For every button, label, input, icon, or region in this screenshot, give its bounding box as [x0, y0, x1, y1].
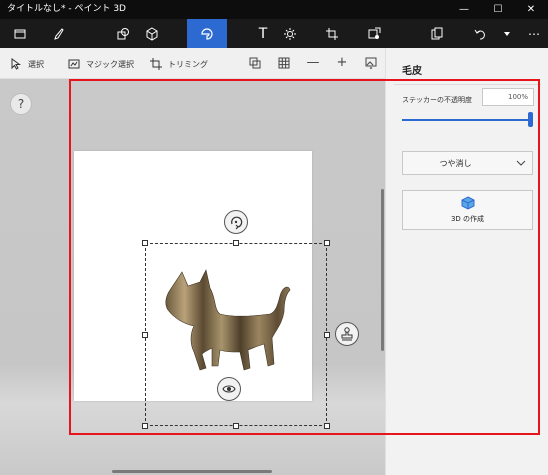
- menu-icon: [14, 29, 26, 38]
- make-3d-button[interactable]: 3D の作成: [402, 190, 533, 230]
- crop-button[interactable]: トリミング: [150, 56, 208, 72]
- paste-icon: [431, 27, 443, 39]
- 3d-shapes-tool[interactable]: [132, 19, 172, 48]
- properties-panel: 毛皮 ステッカーの不透明度 100% つや消し 3D の作成: [385, 48, 548, 475]
- eye-rotate-icon: [222, 385, 236, 393]
- maximize-button[interactable]: ☐: [481, 0, 515, 19]
- magic-select-label: マジック選択: [86, 59, 134, 69]
- history-dropdown-icon: [504, 31, 510, 36]
- more-button[interactable]: ⋯: [520, 19, 548, 48]
- opacity-label: ステッカーの不透明度: [402, 96, 472, 104]
- grid-button[interactable]: [277, 56, 291, 70]
- finish-dropdown[interactable]: つや消し: [402, 151, 533, 175]
- 3d-library-icon: [368, 27, 381, 39]
- cursor-icon: [11, 58, 22, 70]
- chevron-down-icon: [516, 160, 526, 166]
- resize-handle-top[interactable]: [233, 240, 239, 246]
- brush-icon: [54, 27, 64, 40]
- magic-select-icon: [68, 59, 80, 69]
- effects-tool[interactable]: [270, 19, 310, 48]
- brushes-tool[interactable]: [38, 19, 78, 48]
- resize-handle-bottom[interactable]: [233, 423, 239, 429]
- select-label: 選択: [28, 59, 44, 69]
- 3d-shapes-icon: [146, 26, 158, 41]
- crop-label: トリミング: [168, 59, 208, 69]
- view-rotate-button[interactable]: [217, 377, 241, 401]
- stickers-tool[interactable]: [187, 19, 227, 48]
- effects-icon: [284, 27, 296, 40]
- minimize-button[interactable]: —: [447, 0, 481, 19]
- close-button[interactable]: ✕: [514, 0, 548, 19]
- opacity-slider-track[interactable]: [402, 119, 532, 121]
- select-all-icon: [249, 57, 261, 69]
- resize-handle-top-left[interactable]: [142, 240, 148, 246]
- zoom-in-button[interactable]: +: [335, 56, 349, 70]
- selection-toolbar: 選択 マジック選択 トリミング — +: [0, 48, 385, 79]
- resize-handle-right[interactable]: [324, 332, 330, 338]
- select-all-button[interactable]: [248, 56, 262, 70]
- 2d-shapes-icon: [117, 27, 129, 39]
- rotate-button[interactable]: [224, 210, 248, 234]
- make-3d-label: 3D の作成: [450, 215, 485, 223]
- panel-divider: [394, 84, 541, 85]
- main-ribbon: T ⋯: [0, 19, 548, 48]
- resize-handle-bottom-left[interactable]: [142, 423, 148, 429]
- horizontal-scrollbar[interactable]: [112, 470, 272, 473]
- vertical-scrollbar[interactable]: [381, 189, 384, 351]
- panel-title: 毛皮: [402, 66, 422, 77]
- help-button[interactable]: ?: [10, 93, 32, 115]
- stamp-button[interactable]: [335, 322, 359, 346]
- select-button[interactable]: 選択: [10, 56, 44, 72]
- resize-handle-left[interactable]: [142, 332, 148, 338]
- cube-icon: [461, 196, 475, 210]
- grid-icon: [278, 57, 290, 69]
- resize-handle-bottom-right[interactable]: [324, 423, 330, 429]
- 3d-library-tool[interactable]: [354, 19, 394, 48]
- stamp-icon: [341, 327, 353, 341]
- canvas-icon: [326, 27, 338, 40]
- magic-select-button[interactable]: マジック選択: [68, 56, 134, 72]
- stickers-icon: [201, 27, 213, 40]
- undo-icon: [474, 29, 485, 40]
- crop-icon: [150, 58, 162, 70]
- title-bar: タイトルなし* - ペイント 3D — ☐ ✕: [0, 0, 548, 19]
- opacity-input[interactable]: 100%: [482, 88, 534, 106]
- image-icon: [365, 57, 377, 69]
- opacity-slider-thumb[interactable]: [528, 112, 533, 127]
- view-options-button[interactable]: [364, 56, 378, 70]
- menu-button[interactable]: [0, 19, 40, 48]
- window-title: タイトルなし* - ペイント 3D: [7, 4, 126, 14]
- history-dropdown[interactable]: [494, 19, 520, 48]
- resize-handle-top-right[interactable]: [324, 240, 330, 246]
- zoom-out-button[interactable]: —: [306, 56, 320, 70]
- paste-button[interactable]: [417, 19, 457, 48]
- canvas-tool[interactable]: [312, 19, 352, 48]
- rotate-icon: [231, 216, 243, 230]
- finish-dropdown-label: つや消し: [439, 159, 472, 168]
